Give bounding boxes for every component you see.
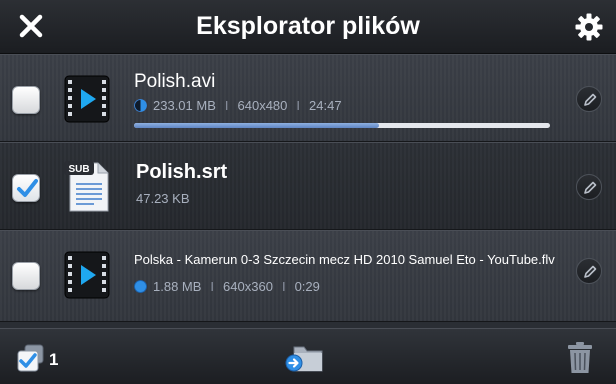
file-row[interactable]: Polska - Kamerun 0-3 Szczecin mecz HD 20… xyxy=(0,230,616,322)
file-size: 47.23 KB xyxy=(136,191,190,206)
upload-progress-bar xyxy=(134,123,550,128)
pencil-icon xyxy=(584,265,597,278)
file-name: Polska - Kamerun 0-3 Szczecin mecz HD 20… xyxy=(134,252,555,267)
file-checkbox[interactable] xyxy=(12,174,40,202)
video-file-icon xyxy=(64,251,110,299)
page-title: Eksplorator plików xyxy=(196,12,420,40)
blue-circle-icon xyxy=(134,280,147,293)
file-row[interactable]: SUB Polish.srt 47.23 KB xyxy=(0,142,616,230)
subtitle-badge: SUB xyxy=(68,164,89,175)
edit-button[interactable] xyxy=(576,86,602,112)
file-duration: 24:47 xyxy=(309,98,342,113)
file-checkbox[interactable] xyxy=(12,262,40,290)
file-name: Polish.avi xyxy=(134,71,216,92)
file-checkbox[interactable] xyxy=(12,86,40,114)
video-file-icon xyxy=(64,75,110,123)
bottom-toolbar: 1 xyxy=(0,328,616,384)
file-size: 233.01 MB xyxy=(153,98,216,113)
trash-icon xyxy=(568,342,592,373)
meta-separator: I xyxy=(296,98,301,113)
title-bar: Eksplorator plików xyxy=(0,0,616,54)
checkmark-icon xyxy=(17,179,38,197)
meta-separator: I xyxy=(281,279,286,294)
move-to-folder-icon xyxy=(285,346,323,372)
upload-progress-fill xyxy=(134,123,380,128)
file-list[interactable]: Polish.avi 233.01 MB I 640x480 I 24:47 S… xyxy=(0,54,616,328)
file-meta: 1.88 MB I 640x360 I 0:29 xyxy=(134,279,320,294)
file-meta: 47.23 KB xyxy=(136,191,190,206)
delete-button[interactable] xyxy=(566,341,594,375)
selection-count-button[interactable]: 1 xyxy=(16,341,66,375)
gear-icon xyxy=(575,13,603,41)
pencil-icon xyxy=(584,181,597,194)
file-resolution: 640x360 xyxy=(223,279,273,294)
meta-separator: I xyxy=(224,98,229,113)
file-name: Polish.srt xyxy=(136,161,228,183)
half-filled-circle-icon xyxy=(134,99,147,112)
file-size: 1.88 MB xyxy=(153,279,202,294)
edit-button[interactable] xyxy=(576,174,602,200)
pencil-icon xyxy=(584,93,597,106)
selected-count: 1 xyxy=(49,350,59,369)
edit-button[interactable] xyxy=(576,258,602,284)
meta-separator: I xyxy=(210,279,215,294)
subtitle-file-icon: SUB xyxy=(64,161,109,212)
file-row[interactable]: Polish.avi 233.01 MB I 640x480 I 24:47 xyxy=(0,54,616,142)
file-resolution: 640x480 xyxy=(237,98,288,113)
move-button[interactable] xyxy=(284,341,326,375)
file-meta: 233.01 MB I 640x480 I 24:47 xyxy=(134,98,342,113)
multi-select-icon xyxy=(17,344,44,372)
file-duration: 0:29 xyxy=(294,279,320,294)
settings-button[interactable] xyxy=(574,12,604,42)
